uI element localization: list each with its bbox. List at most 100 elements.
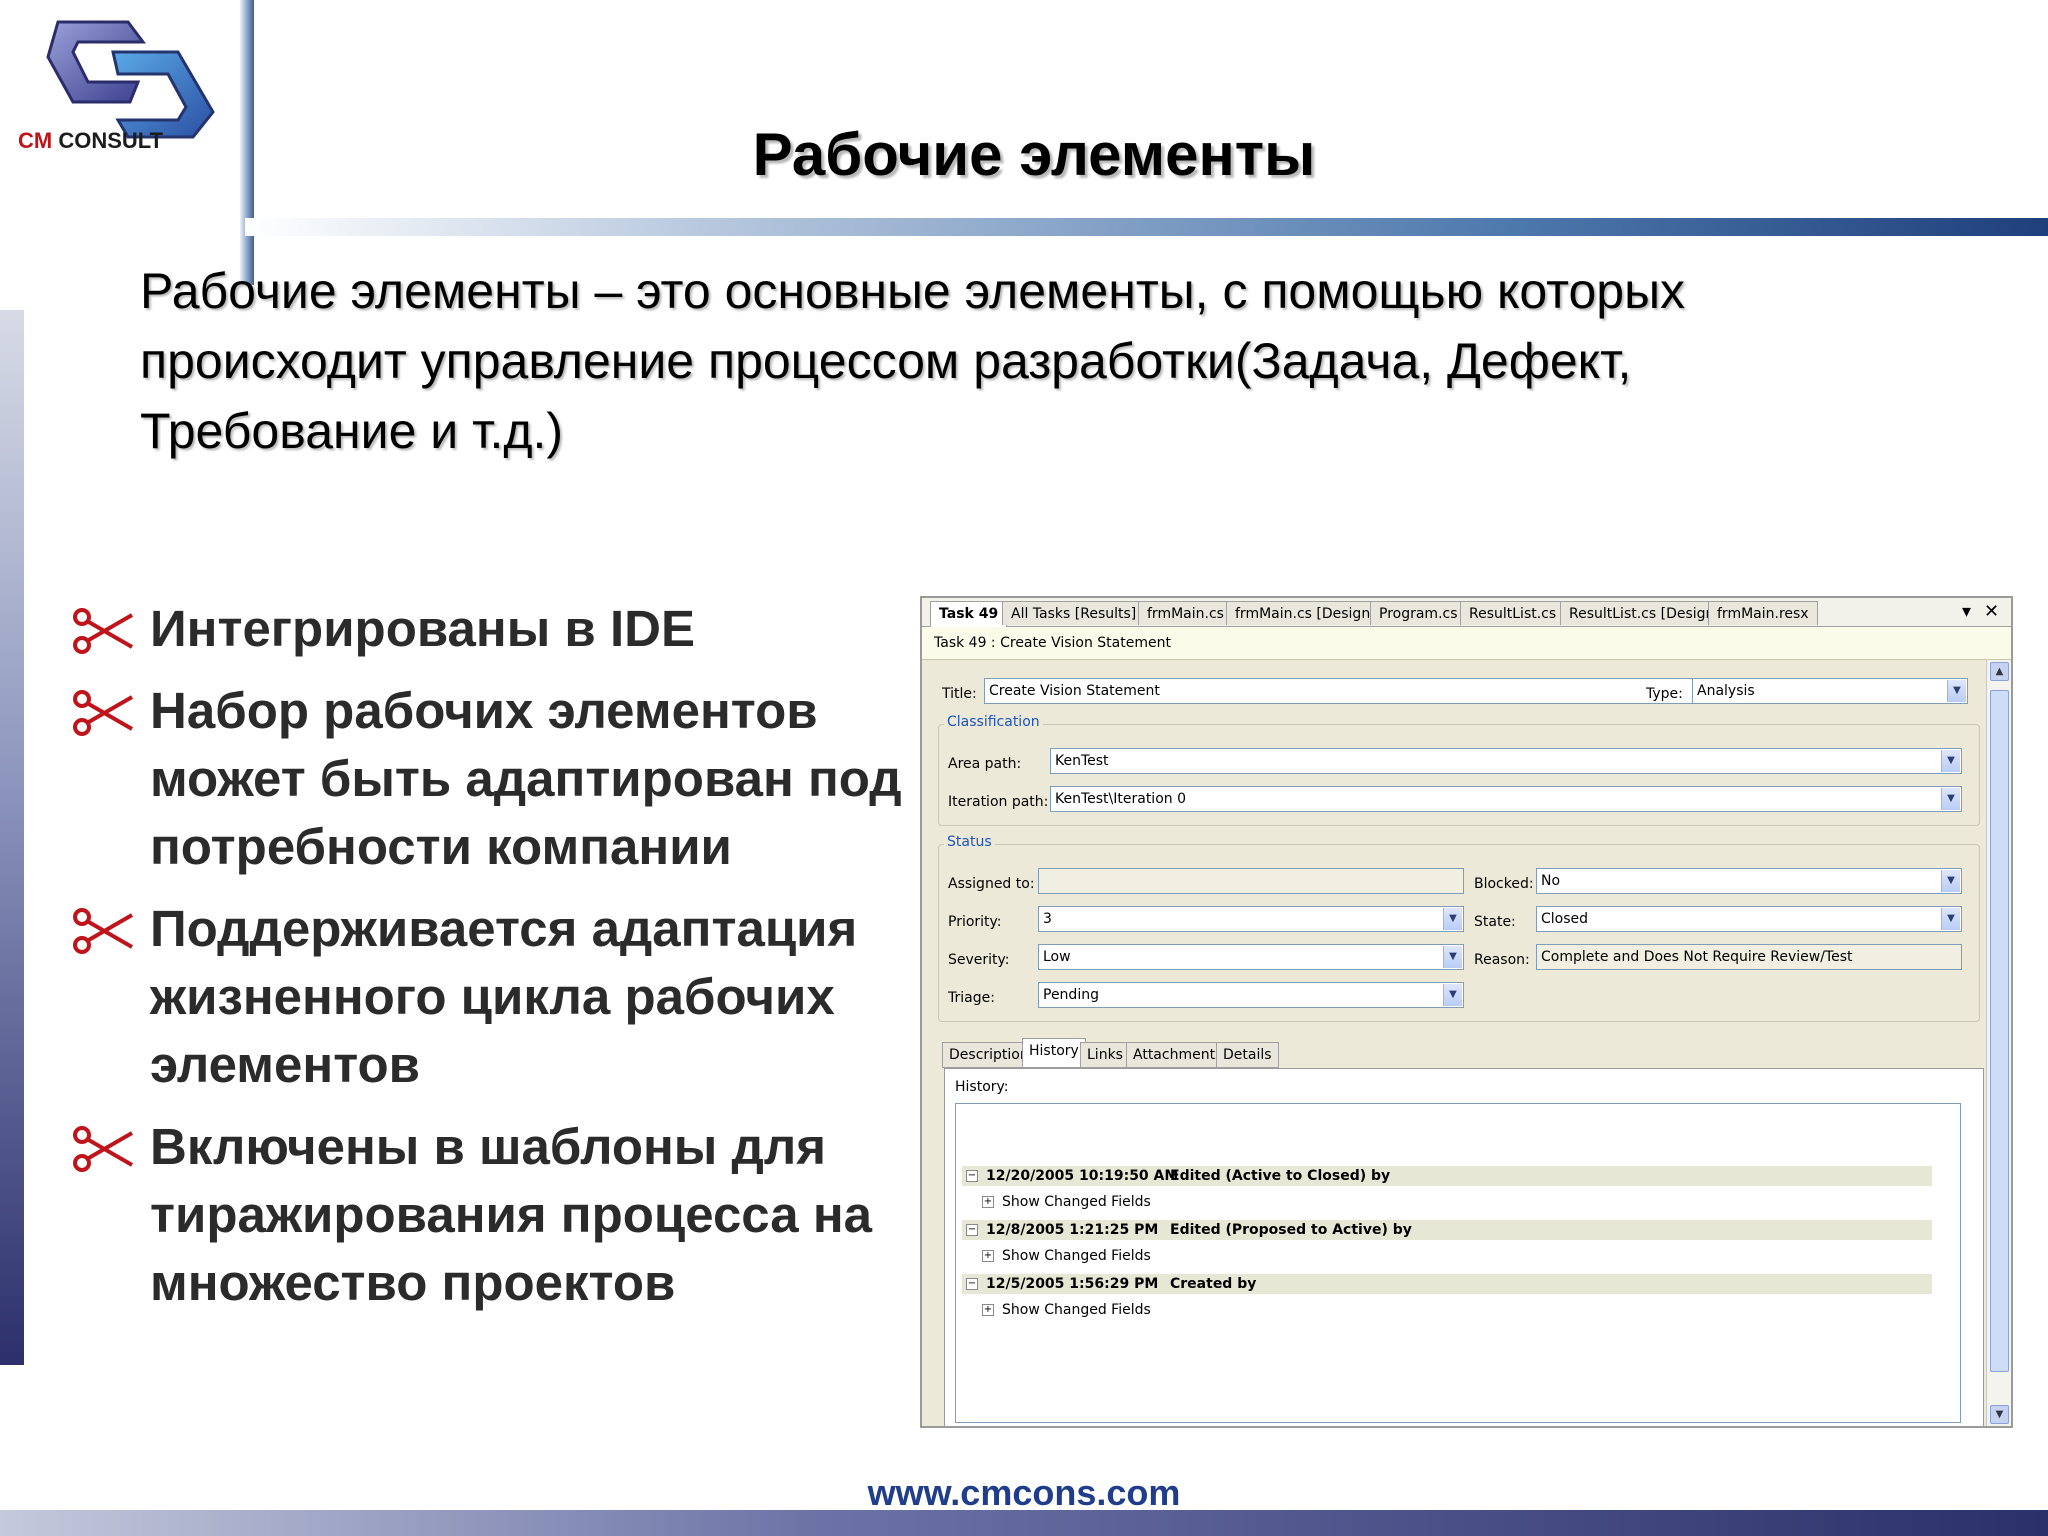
- bullet-text: Включены в шаблоны для тиражирования про…: [150, 1118, 872, 1311]
- severity-dropdown[interactable]: Low ▼: [1038, 944, 1464, 970]
- severity-label: Severity:: [948, 952, 1010, 968]
- show-changed-fields[interactable]: + Show Changed Fields: [978, 1246, 1151, 1266]
- priority-value: 3: [1043, 911, 1052, 927]
- tab-attachments[interactable]: Attachments: [1126, 1042, 1230, 1068]
- intro-line: происходит управление процессом разработ…: [140, 333, 1632, 389]
- collapse-icon[interactable]: −: [966, 1224, 978, 1236]
- type-label: Type:: [1646, 686, 1683, 702]
- chevron-down-icon[interactable]: ▼: [1443, 908, 1462, 930]
- reason-field[interactable]: Complete and Does Not Require Review/Tes…: [1536, 944, 1962, 970]
- history-entry[interactable]: −12/20/2005 10:19:50 AMEdited (Active to…: [962, 1166, 1932, 1186]
- tab-details[interactable]: Details: [1216, 1042, 1279, 1068]
- assigned-to-label: Assigned to:: [948, 876, 1035, 892]
- tab-program-cs[interactable]: Program.cs: [1370, 601, 1467, 625]
- vertical-scrollbar[interactable]: ▲ ▼: [1986, 660, 2011, 1426]
- reason-label: Reason:: [1474, 952, 1530, 968]
- priority-label: Priority:: [948, 914, 1002, 930]
- history-timestamp: 12/8/2005 1:21:25 PM: [986, 1222, 1159, 1238]
- status-title: Status: [944, 834, 995, 850]
- ide-work-item-window: Task 49 All Tasks [Results] frmMain.cs f…: [920, 596, 2013, 1428]
- intro-line: Рабочие элементы – это основные элементы…: [140, 263, 1686, 319]
- scroll-up-icon[interactable]: ▲: [1990, 662, 2009, 681]
- tab-history[interactable]: History: [1022, 1038, 1086, 1068]
- tab-frmmain-cs[interactable]: frmMain.cs: [1138, 601, 1233, 625]
- area-path-label: Area path:: [948, 756, 1022, 772]
- assigned-to-field[interactable]: [1038, 868, 1464, 894]
- triage-dropdown[interactable]: Pending ▼: [1038, 982, 1464, 1008]
- document-tabstrip: Task 49 All Tasks [Results] frmMain.cs f…: [922, 598, 2011, 627]
- window-position-icon[interactable]: ▾: [1962, 601, 1971, 623]
- decorative-left-strip: [0, 310, 24, 1365]
- iteration-path-dropdown[interactable]: KenTest\Iteration 0 ▼: [1050, 786, 1962, 812]
- history-text: Edited (Proposed to Active) by: [1170, 1222, 1412, 1238]
- show-changed-fields-label: Show Changed Fields: [1002, 1248, 1151, 1264]
- bullet-item: Поддерживается адаптация жизненного цикл…: [72, 895, 922, 1099]
- bullet-item: Набор рабочих элементов может быть адапт…: [72, 677, 922, 881]
- scroll-thumb[interactable]: [1990, 690, 2009, 1372]
- tab-resultlist-cs[interactable]: ResultList.cs: [1460, 601, 1566, 625]
- state-value: Closed: [1541, 911, 1589, 927]
- show-changed-fields[interactable]: + Show Changed Fields: [978, 1192, 1151, 1212]
- show-changed-fields[interactable]: + Show Changed Fields: [978, 1300, 1151, 1320]
- tab-links[interactable]: Links: [1080, 1042, 1130, 1068]
- state-dropdown[interactable]: Closed ▼: [1536, 906, 1962, 932]
- bullet-item: Интегрированы в IDE: [72, 595, 922, 663]
- chevron-down-icon[interactable]: ▼: [1941, 788, 1960, 810]
- website-link[interactable]: www.cmcons.com: [0, 1472, 2048, 1514]
- chevron-down-icon[interactable]: ▼: [1947, 680, 1966, 702]
- work-item-form: Title: Create Vision Statement Type: Ana…: [922, 660, 1985, 1426]
- type-dropdown[interactable]: Analysis ▼: [1692, 678, 1968, 704]
- expand-icon[interactable]: +: [982, 1250, 994, 1262]
- close-icon[interactable]: ✕: [1984, 601, 1999, 623]
- type-value: Analysis: [1697, 683, 1755, 699]
- tab-all-tasks-results[interactable]: All Tasks [Results]: [1002, 601, 1146, 625]
- bullet-item: Включены в шаблоны для тиражирования про…: [72, 1113, 922, 1317]
- intro-line: Требование и т.д.): [140, 403, 564, 459]
- priority-dropdown[interactable]: 3 ▼: [1038, 906, 1464, 932]
- slide-title: Рабочие элементы: [752, 121, 1316, 188]
- area-path-dropdown[interactable]: KenTest ▼: [1050, 748, 1962, 774]
- history-text: Created by: [1170, 1276, 1257, 1292]
- scissors-icon: [73, 690, 134, 736]
- decorative-header-line: [245, 218, 2048, 236]
- history-text: Edited (Active to Closed) by: [1170, 1168, 1391, 1184]
- expand-icon[interactable]: +: [982, 1304, 994, 1316]
- work-item-title-bar: Task 49 : Create Vision Statement: [922, 627, 2011, 660]
- tab-resultlist-design[interactable]: ResultList.cs [Design]: [1560, 601, 1729, 625]
- triage-label: Triage:: [948, 990, 995, 1006]
- bullet-list: Интегрированы в IDE Набор рабочих элемен…: [72, 595, 922, 1331]
- chevron-down-icon[interactable]: ▼: [1443, 946, 1462, 968]
- bullet-text: Набор рабочих элементов может быть адапт…: [150, 682, 902, 875]
- severity-value: Low: [1043, 949, 1071, 965]
- show-changed-fields-label: Show Changed Fields: [1002, 1302, 1151, 1318]
- intro-paragraph: Рабочие элементы – это основные элементы…: [140, 256, 1940, 466]
- expand-icon[interactable]: +: [982, 1196, 994, 1208]
- tab-frmmain-resx[interactable]: frmMain.resx: [1708, 601, 1818, 625]
- iteration-path-label: Iteration path:: [948, 794, 1049, 810]
- chevron-down-icon[interactable]: ▼: [1941, 908, 1960, 930]
- area-path-value: KenTest: [1055, 753, 1109, 769]
- iteration-path-value: KenTest\Iteration 0: [1055, 791, 1186, 807]
- tab-task-49[interactable]: Task 49: [930, 601, 1008, 627]
- chevron-down-icon[interactable]: ▼: [1443, 984, 1462, 1006]
- title-label: Title:: [942, 686, 977, 702]
- collapse-icon[interactable]: −: [966, 1278, 978, 1290]
- scroll-down-icon[interactable]: ▼: [1990, 1405, 2009, 1424]
- history-panel: History: −12/20/2005 10:19:50 AMEdited (…: [944, 1068, 1984, 1426]
- collapse-icon[interactable]: −: [966, 1170, 978, 1182]
- title-input[interactable]: Create Vision Statement: [984, 678, 1696, 704]
- chevron-down-icon[interactable]: ▼: [1941, 870, 1960, 892]
- scissors-icon: [73, 1126, 134, 1172]
- tab-frmmain-design[interactable]: frmMain.cs [Design]: [1226, 601, 1385, 625]
- scissors-icon: [73, 908, 134, 954]
- history-timestamp: 12/20/2005 10:19:50 AM: [986, 1168, 1179, 1184]
- bullet-text: Интегрированы в IDE: [150, 600, 695, 657]
- state-label: State:: [1474, 914, 1516, 930]
- show-changed-fields-label: Show Changed Fields: [1002, 1194, 1151, 1210]
- history-box[interactable]: −12/20/2005 10:19:50 AMEdited (Active to…: [955, 1103, 1961, 1423]
- history-entry[interactable]: −12/5/2005 1:56:29 PM Created by: [962, 1274, 1932, 1294]
- blocked-dropdown[interactable]: No ▼: [1536, 868, 1962, 894]
- history-entry[interactable]: −12/8/2005 1:21:25 PM Edited (Proposed to…: [962, 1220, 1932, 1240]
- chevron-down-icon[interactable]: ▼: [1941, 750, 1960, 772]
- bullet-text: Поддерживается адаптация жизненного цикл…: [150, 900, 858, 1093]
